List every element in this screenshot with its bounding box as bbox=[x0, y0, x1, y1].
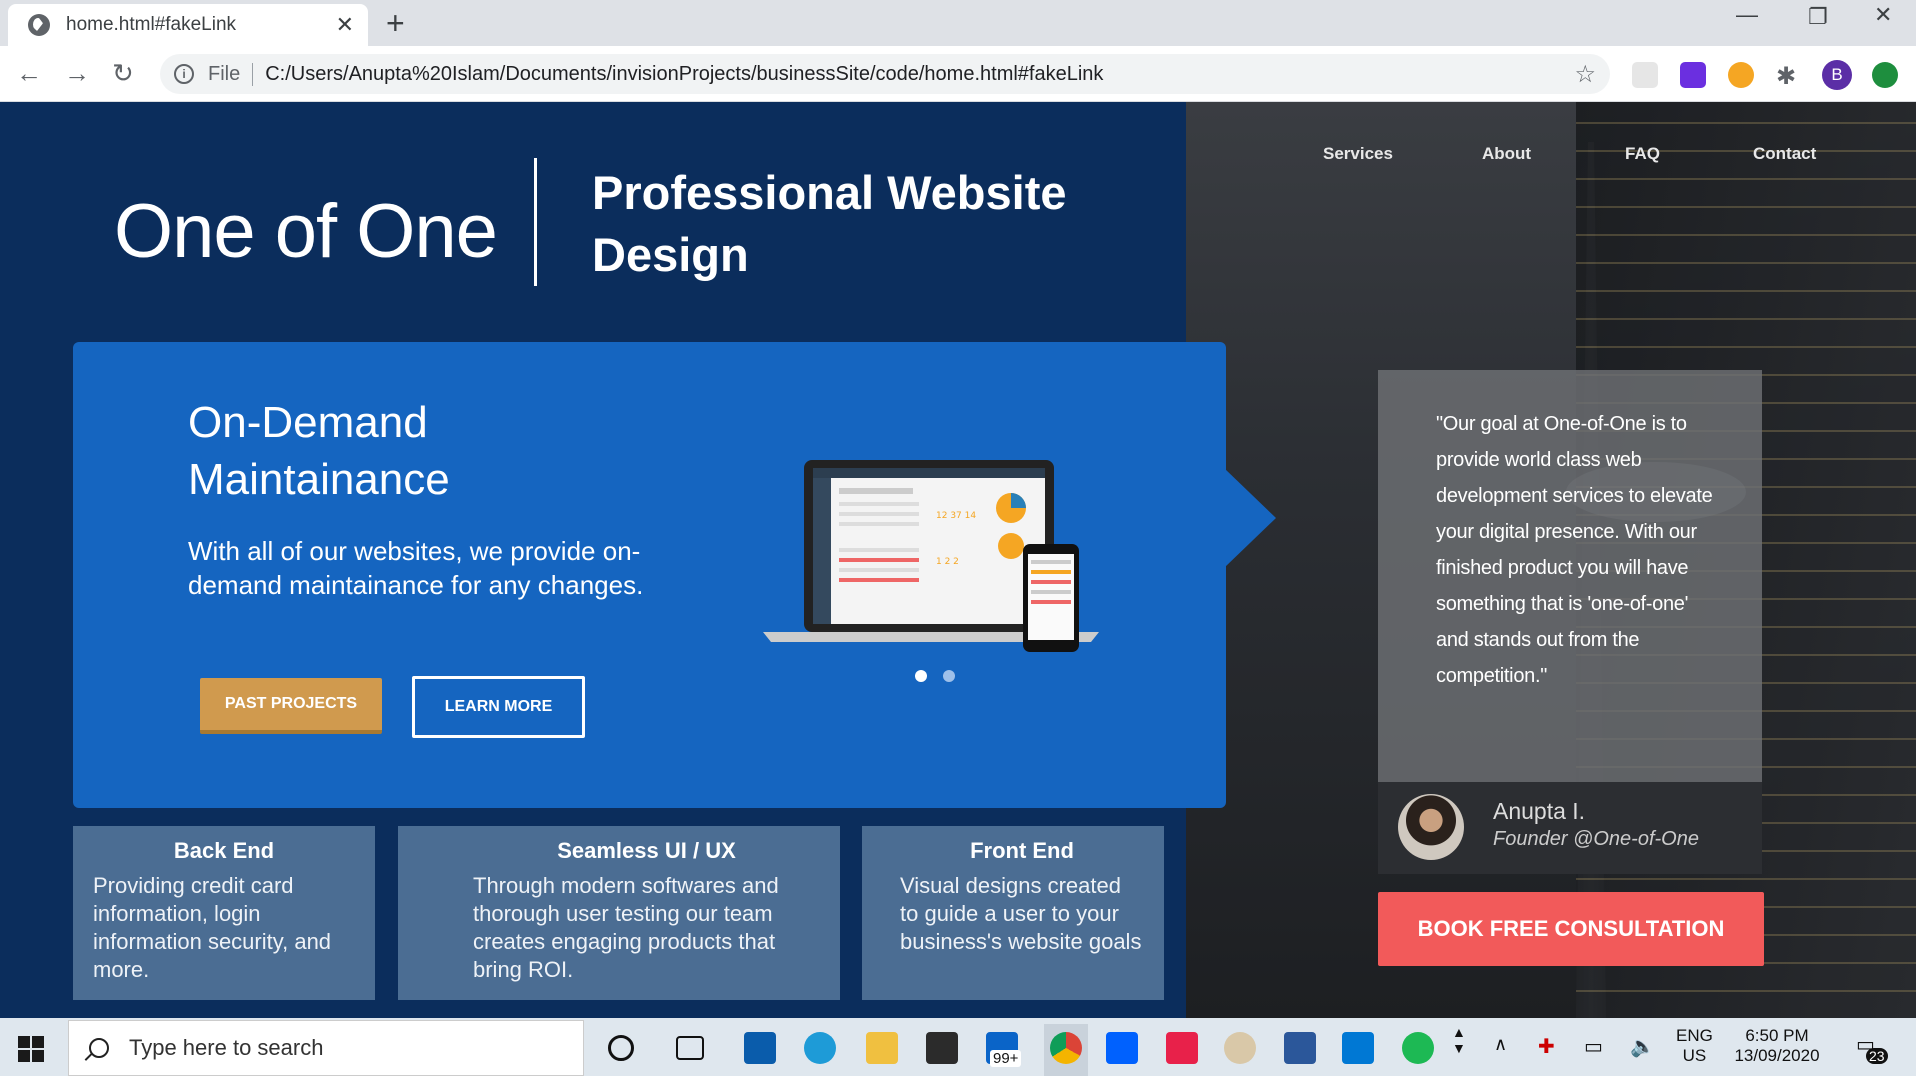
carousel-dot-1[interactable] bbox=[915, 670, 927, 682]
feature-body: Providing credit card information, login… bbox=[93, 873, 332, 982]
dropbox-icon[interactable] bbox=[1106, 1032, 1138, 1064]
minimize-icon[interactable]: — bbox=[1736, 2, 1758, 28]
forward-icon[interactable]: → bbox=[64, 58, 90, 89]
testimonial-author: Anupta I. Founder @One-of-One bbox=[1378, 782, 1762, 874]
search-placeholder: Type here to search bbox=[129, 1035, 324, 1060]
carousel-indicators bbox=[915, 670, 955, 682]
address-bar: ← → ↻ i File C:/Users/Anupta%20Islam/Doc… bbox=[0, 46, 1916, 102]
feature-card-ui-ux: Seamless UI / UX Through modern software… bbox=[398, 826, 840, 1000]
extension-purple-icon[interactable] bbox=[1680, 62, 1706, 88]
feature-card-front-end: Front End Visual designs created to guid… bbox=[862, 826, 1164, 1000]
chrome-icon[interactable] bbox=[1050, 1032, 1082, 1064]
file-explorer-icon[interactable] bbox=[866, 1032, 898, 1064]
windows-start-icon[interactable] bbox=[18, 1036, 44, 1062]
store-icon[interactable] bbox=[926, 1032, 958, 1064]
book-consultation-button[interactable]: BOOK FREE CONSULTATION bbox=[1378, 892, 1764, 966]
edge-icon[interactable] bbox=[804, 1032, 836, 1064]
vscode-icon[interactable] bbox=[1342, 1032, 1374, 1064]
clock-date: 13/09/2020 bbox=[1734, 1046, 1820, 1065]
notification-count: 23 bbox=[1866, 1048, 1888, 1064]
info-icon[interactable]: i bbox=[174, 64, 194, 84]
taskbar-scroll-icon[interactable]: ▲ ▼ bbox=[1452, 1024, 1466, 1056]
clock-time: 6:50 PM bbox=[1745, 1026, 1809, 1045]
restore-icon[interactable]: ❐ bbox=[1808, 4, 1828, 30]
region-code: US bbox=[1682, 1046, 1707, 1065]
tab-title: home.html#fakeLink bbox=[66, 14, 237, 35]
learn-more-button[interactable]: LEARN MORE bbox=[412, 676, 585, 738]
volume-icon[interactable]: 🔈 bbox=[1630, 1034, 1655, 1059]
hero-pointer-arrow bbox=[1224, 468, 1276, 568]
web-page: One of One Professional Website Design S… bbox=[0, 102, 1916, 1018]
tray-chevron-icon[interactable]: ∧ bbox=[1494, 1034, 1507, 1055]
task-view-icon[interactable] bbox=[676, 1036, 704, 1060]
carousel-dot-2[interactable] bbox=[943, 670, 955, 682]
clock[interactable]: 6:50 PM 13/09/2020 bbox=[1732, 1026, 1822, 1066]
hero-carousel: On-Demand Maintainance With all of our w… bbox=[73, 342, 1226, 808]
testimonial-quote: "Our goal at One-of-One is to provide wo… bbox=[1436, 413, 1713, 687]
close-tab-icon[interactable]: ✕ bbox=[336, 12, 354, 38]
reload-icon[interactable]: ↻ bbox=[112, 58, 134, 89]
word-icon[interactable] bbox=[1284, 1032, 1316, 1064]
cortana-icon[interactable] bbox=[608, 1035, 634, 1061]
language-code: ENG bbox=[1676, 1026, 1713, 1045]
past-projects-button[interactable]: PAST PROJECTS bbox=[200, 678, 382, 734]
mail-badge: 99+ bbox=[990, 1050, 1022, 1067]
svg-text:12 37 14: 12 37 14 bbox=[936, 511, 976, 521]
logo-divider bbox=[534, 158, 537, 286]
avatar bbox=[1398, 794, 1464, 860]
feature-body: Through modern softwares and thorough us… bbox=[473, 873, 779, 982]
nav-contact[interactable]: Contact bbox=[1753, 144, 1816, 164]
feature-card-back-end: Back End Providing credit card informati… bbox=[73, 826, 375, 1000]
site-tagline: Professional Website Design bbox=[592, 166, 1067, 281]
feature-title: Front End bbox=[970, 838, 1074, 863]
tray-app-icon[interactable]: ✚ bbox=[1538, 1034, 1555, 1059]
browser-tab-bar: home.html#fakeLink ✕ + — ❐ ✕ bbox=[0, 0, 1916, 46]
taskbar-search-input[interactable]: Type here to search bbox=[68, 1020, 584, 1076]
feature-title: Seamless UI / UX bbox=[557, 838, 736, 863]
url-scheme-label: File bbox=[208, 62, 254, 86]
hero-title: On-Demand Maintainance bbox=[188, 398, 450, 504]
puzzle-icon[interactable]: ✱ bbox=[1776, 62, 1802, 90]
nav-faq[interactable]: FAQ bbox=[1625, 144, 1660, 164]
search-icon bbox=[89, 1038, 109, 1058]
new-tab-icon[interactable]: + bbox=[386, 5, 405, 42]
back-icon[interactable]: ← bbox=[16, 58, 42, 89]
testimonial-quote-box: "Our goal at One-of-One is to provide wo… bbox=[1378, 370, 1762, 782]
feature-title: Back End bbox=[173, 838, 275, 863]
author-role: Founder @One-of-One bbox=[1493, 828, 1699, 850]
url-field[interactable]: i File C:/Users/Anupta%20Islam/Documents… bbox=[160, 54, 1610, 94]
nav-services[interactable]: Services bbox=[1323, 144, 1393, 164]
extension-blank-icon[interactable] bbox=[1632, 62, 1658, 88]
extension-orange-icon[interactable] bbox=[1728, 62, 1754, 88]
bookmark-star-icon[interactable]: ☆ bbox=[1574, 60, 1596, 89]
laptop-phone-illustration: 12 37 14 1 2 2 bbox=[763, 460, 1099, 652]
url-text[interactable]: C:/Users/Anupta%20Islam/Documents/invisi… bbox=[265, 63, 1574, 86]
app-icon-blue[interactable] bbox=[744, 1032, 776, 1064]
update-icon[interactable] bbox=[1872, 62, 1898, 88]
paint-icon[interactable] bbox=[1224, 1032, 1256, 1064]
browser-tab[interactable]: home.html#fakeLink ✕ bbox=[8, 4, 368, 46]
language-indicator[interactable]: ENG US bbox=[1676, 1026, 1713, 1066]
profile-avatar[interactable]: B bbox=[1822, 60, 1852, 90]
globe-icon bbox=[28, 14, 50, 36]
spotify-icon[interactable] bbox=[1402, 1032, 1434, 1064]
windows-taskbar: Type here to search 99+ ▲ ▼ ∧ ✚ ▭ 🔈 ENG U… bbox=[0, 1018, 1916, 1076]
svg-text:1 2 2: 1 2 2 bbox=[936, 557, 959, 567]
app-icon-red[interactable] bbox=[1166, 1032, 1198, 1064]
battery-icon[interactable]: ▭ bbox=[1584, 1034, 1603, 1059]
author-name: Anupta I. bbox=[1493, 798, 1586, 824]
hero-body: With all of our websites, we provide on-… bbox=[188, 536, 644, 600]
nav-about[interactable]: About bbox=[1482, 144, 1531, 164]
site-logo[interactable]: One of One bbox=[114, 188, 498, 275]
feature-body: Visual designs created to guide a user t… bbox=[900, 873, 1142, 954]
window-close-icon[interactable]: ✕ bbox=[1874, 2, 1892, 28]
